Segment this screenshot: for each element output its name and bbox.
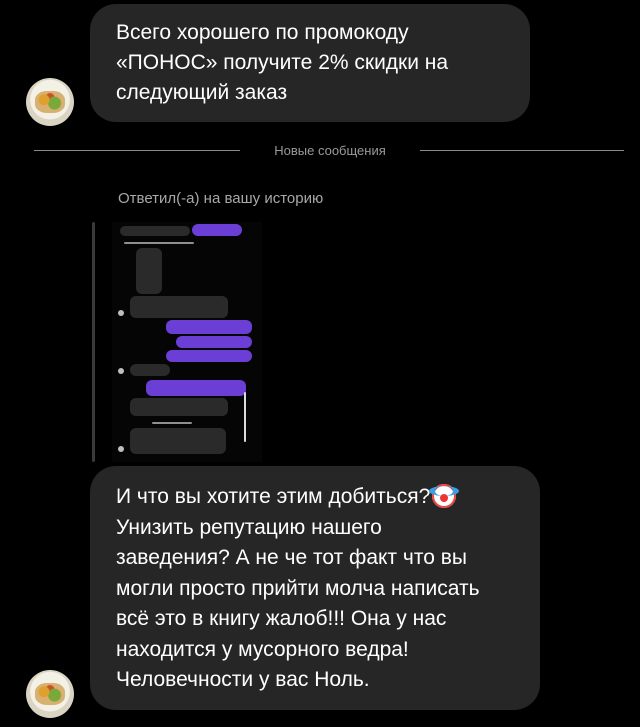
story-shape bbox=[136, 248, 162, 294]
message-line: Человечности у вас Ноль. bbox=[116, 668, 370, 691]
message-text: И что вы хотите этим добиться? bbox=[116, 485, 431, 508]
story-shape bbox=[166, 350, 252, 362]
story-shape bbox=[152, 422, 192, 424]
story-shape bbox=[118, 368, 124, 374]
story-shape bbox=[166, 320, 252, 334]
story-shape bbox=[130, 364, 170, 376]
reply-quote-bar bbox=[92, 222, 95, 462]
story-thumbnail[interactable] bbox=[112, 222, 262, 462]
story-shape bbox=[176, 336, 252, 348]
message-line: находится у мусорного ведра! bbox=[116, 637, 409, 661]
message-line: следующий заказ bbox=[116, 81, 288, 104]
message-line: могли просто прийти молча написать bbox=[116, 576, 480, 600]
story-shape bbox=[130, 398, 228, 416]
message-line: Всего хорошего по промокоду bbox=[116, 21, 409, 44]
message-bubble-promo[interactable]: Всего хорошего по промокоду «ПОНОС» полу… bbox=[90, 4, 530, 122]
story-shape bbox=[124, 242, 194, 244]
sender-avatar[interactable] bbox=[26, 78, 74, 126]
story-reply-label: Ответил(-а) на вашу историю bbox=[118, 190, 324, 207]
sender-avatar[interactable] bbox=[26, 670, 74, 718]
divider-line-right bbox=[420, 150, 624, 151]
divider-line-left bbox=[34, 150, 240, 151]
story-shape bbox=[244, 392, 246, 442]
message-bubble-reply[interactable]: И что вы хотите этим добиться? Унизить р… bbox=[90, 466, 540, 710]
clown-face-icon bbox=[429, 484, 460, 508]
story-shape bbox=[146, 380, 246, 396]
new-messages-label: Новые сообщения bbox=[274, 143, 386, 158]
message-line: всё это в книгу жалоб!!! Она у нас bbox=[116, 607, 447, 630]
message-line: заведения? А не че тот факт что вы bbox=[116, 546, 467, 569]
story-shape bbox=[192, 224, 242, 236]
message-line: «ПОНОС» получите 2% скидки на bbox=[116, 51, 449, 74]
story-shape bbox=[120, 226, 190, 236]
food-logo-icon bbox=[35, 683, 65, 705]
food-logo-icon bbox=[35, 91, 65, 113]
story-shape bbox=[118, 446, 124, 452]
message-line: Унизить репутацию нашего bbox=[116, 515, 382, 539]
message-line-1: И что вы хотите этим добиться? bbox=[116, 482, 514, 513]
story-shape bbox=[130, 296, 228, 318]
story-shape bbox=[130, 428, 226, 454]
story-shape bbox=[118, 310, 124, 316]
